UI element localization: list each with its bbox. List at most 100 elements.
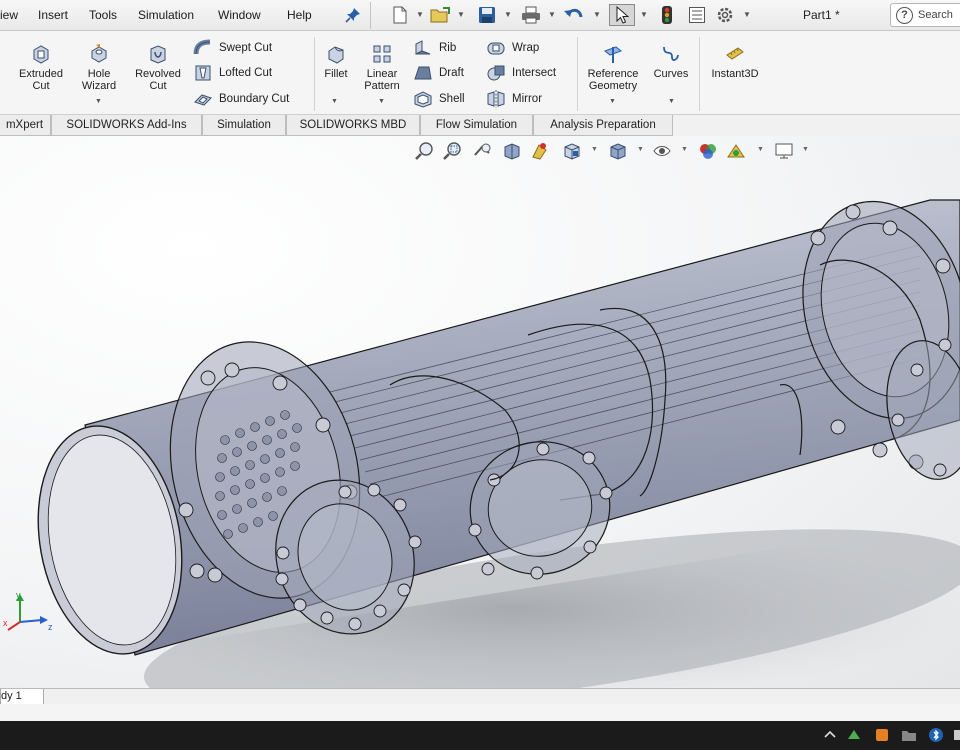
reference-triad: y z x xyxy=(3,592,53,632)
mirror-button[interactable]: Mirror xyxy=(486,89,542,109)
rib-label: Rib xyxy=(439,42,457,54)
reference-geometry-icon xyxy=(603,46,623,63)
hole-wizard-label: Hole Wizard xyxy=(81,68,117,92)
triad-y-label: y xyxy=(16,592,21,600)
hole-wizard-button[interactable]: Hole Wizard xyxy=(78,43,120,92)
tray-orange-icon[interactable] xyxy=(874,727,890,743)
linear-pattern-button[interactable]: Linear Pattern xyxy=(358,43,406,92)
zoom-to-fit-icon[interactable] xyxy=(415,141,435,161)
heat-exchanger-model xyxy=(37,199,960,688)
windows-taskbar xyxy=(0,721,960,750)
rib-button[interactable]: Rib xyxy=(413,38,456,58)
swept-cut-button[interactable]: Swept Cut xyxy=(193,38,272,58)
fillet-icon xyxy=(328,46,344,64)
pin-icon[interactable] xyxy=(342,4,364,26)
search-label: Search xyxy=(918,9,953,21)
print-icon[interactable] xyxy=(520,4,542,26)
instant3d-button[interactable]: Instant3D xyxy=(704,43,766,80)
traffic-light-icon[interactable] xyxy=(656,4,678,26)
revolved-cut-button[interactable]: Revolved Cut xyxy=(129,43,187,92)
lofted-cut-button[interactable]: Lofted Cut xyxy=(193,63,272,83)
shell-label: Shell xyxy=(439,93,465,105)
reference-geometry-label: Reference Geometry xyxy=(587,68,639,92)
view-settings-icon[interactable] xyxy=(774,141,794,161)
menu-bar: iew Insert Tools Simulation Window Help … xyxy=(0,0,960,31)
chevron-up-icon[interactable] xyxy=(822,727,838,743)
gear-icon[interactable] xyxy=(714,4,736,26)
view-orientation-icon[interactable] xyxy=(562,141,582,161)
tab-study-1[interactable]: dy 1 xyxy=(0,689,44,705)
swept-cut-label: Swept Cut xyxy=(219,42,273,54)
display-style-icon[interactable] xyxy=(608,141,628,161)
curves-button[interactable]: Curves xyxy=(650,43,692,80)
apply-scene-icon[interactable] xyxy=(726,141,746,161)
menu-view[interactable]: iew xyxy=(0,8,18,22)
revolved-cut-label: Revolved Cut xyxy=(135,68,181,92)
document-title: Part1 * xyxy=(803,8,840,22)
tab-simulation[interactable]: Simulation xyxy=(202,115,286,136)
extruded-cut-button[interactable]: Extruded Cut xyxy=(14,43,68,92)
new-document-icon[interactable] xyxy=(389,4,411,26)
graphics-area[interactable]: y z x xyxy=(0,136,960,688)
shell-button[interactable]: Shell xyxy=(413,89,465,109)
select-cursor-icon[interactable] xyxy=(609,4,635,26)
zoom-to-area-icon[interactable] xyxy=(443,141,463,161)
wrap-label: Wrap xyxy=(512,42,540,54)
tray-folder-icon[interactable] xyxy=(901,727,917,743)
linear-pattern-icon xyxy=(373,45,391,63)
section-view-icon[interactable] xyxy=(502,141,522,161)
open-icon[interactable] xyxy=(430,4,452,26)
wrap-button[interactable]: Wrap xyxy=(486,38,539,58)
boundary-cut-label: Boundary Cut xyxy=(219,93,290,105)
tray-app-icon[interactable] xyxy=(846,727,862,743)
lofted-cut-label: Lofted Cut xyxy=(219,67,273,79)
intersect-icon xyxy=(487,65,505,81)
boundary-cut-button[interactable]: Boundary Cut xyxy=(193,89,289,109)
tab-solidworks-addins[interactable]: SOLIDWORKS Add-Ins xyxy=(51,115,202,136)
triad-x-label: x xyxy=(3,618,8,628)
status-bar xyxy=(0,704,960,721)
extruded-cut-label: Extruded Cut xyxy=(18,68,64,92)
draft-label: Draft xyxy=(439,67,464,79)
hole-wizard-icon xyxy=(91,44,107,63)
dynamic-annotation-icon[interactable] xyxy=(530,141,550,161)
menu-window[interactable]: Window xyxy=(218,8,261,22)
instant3d-label: Instant3D xyxy=(711,68,759,80)
fillet-button[interactable]: Fillet xyxy=(318,43,354,80)
tab-mxpert[interactable]: mXpert xyxy=(0,115,51,136)
undo-icon[interactable] xyxy=(563,4,585,26)
menu-tools[interactable]: Tools xyxy=(89,8,117,22)
reference-geometry-button[interactable]: Reference Geometry xyxy=(582,43,644,92)
search-box[interactable]: ? Search xyxy=(890,3,960,27)
bluetooth-icon[interactable] xyxy=(928,727,944,743)
help-question-icon: ? xyxy=(896,6,913,24)
lofted-cut-icon xyxy=(195,65,211,81)
model-tabs-bar: dy 1 xyxy=(0,688,960,705)
curves-label: Curves xyxy=(653,68,689,80)
edit-appearance-icon[interactable] xyxy=(698,141,718,161)
tab-solidworks-mbd[interactable]: SOLIDWORKS MBD xyxy=(286,115,420,136)
triad-z-label: z xyxy=(48,622,53,632)
menu-help[interactable]: Help xyxy=(287,8,312,22)
menu-insert[interactable]: Insert xyxy=(38,8,68,22)
tab-flow-simulation[interactable]: Flow Simulation xyxy=(420,115,533,136)
draft-icon xyxy=(414,66,432,80)
file-properties-icon[interactable] xyxy=(686,4,708,26)
command-manager: Extruded Cut Hole Wizard ▼ Revolved Cut … xyxy=(0,31,960,115)
intersect-button[interactable]: Intersect xyxy=(486,63,556,83)
rib-icon xyxy=(415,40,431,55)
draft-button[interactable]: Draft xyxy=(413,63,464,83)
mirror-icon xyxy=(487,90,505,108)
intersect-label: Intersect xyxy=(512,67,557,79)
tray-overflow-icon[interactable] xyxy=(952,727,960,743)
swept-cut-icon xyxy=(193,39,211,55)
hide-show-items-icon[interactable] xyxy=(652,141,672,161)
save-icon[interactable] xyxy=(476,4,498,26)
tab-analysis-preparation[interactable]: Analysis Preparation xyxy=(533,115,673,136)
previous-view-icon[interactable] xyxy=(472,141,492,161)
linear-pattern-label: Linear Pattern xyxy=(364,68,400,92)
menu-simulation[interactable]: Simulation xyxy=(138,8,194,22)
curves-icon xyxy=(663,46,679,61)
mirror-label: Mirror xyxy=(512,93,543,105)
shell-icon xyxy=(414,91,432,108)
